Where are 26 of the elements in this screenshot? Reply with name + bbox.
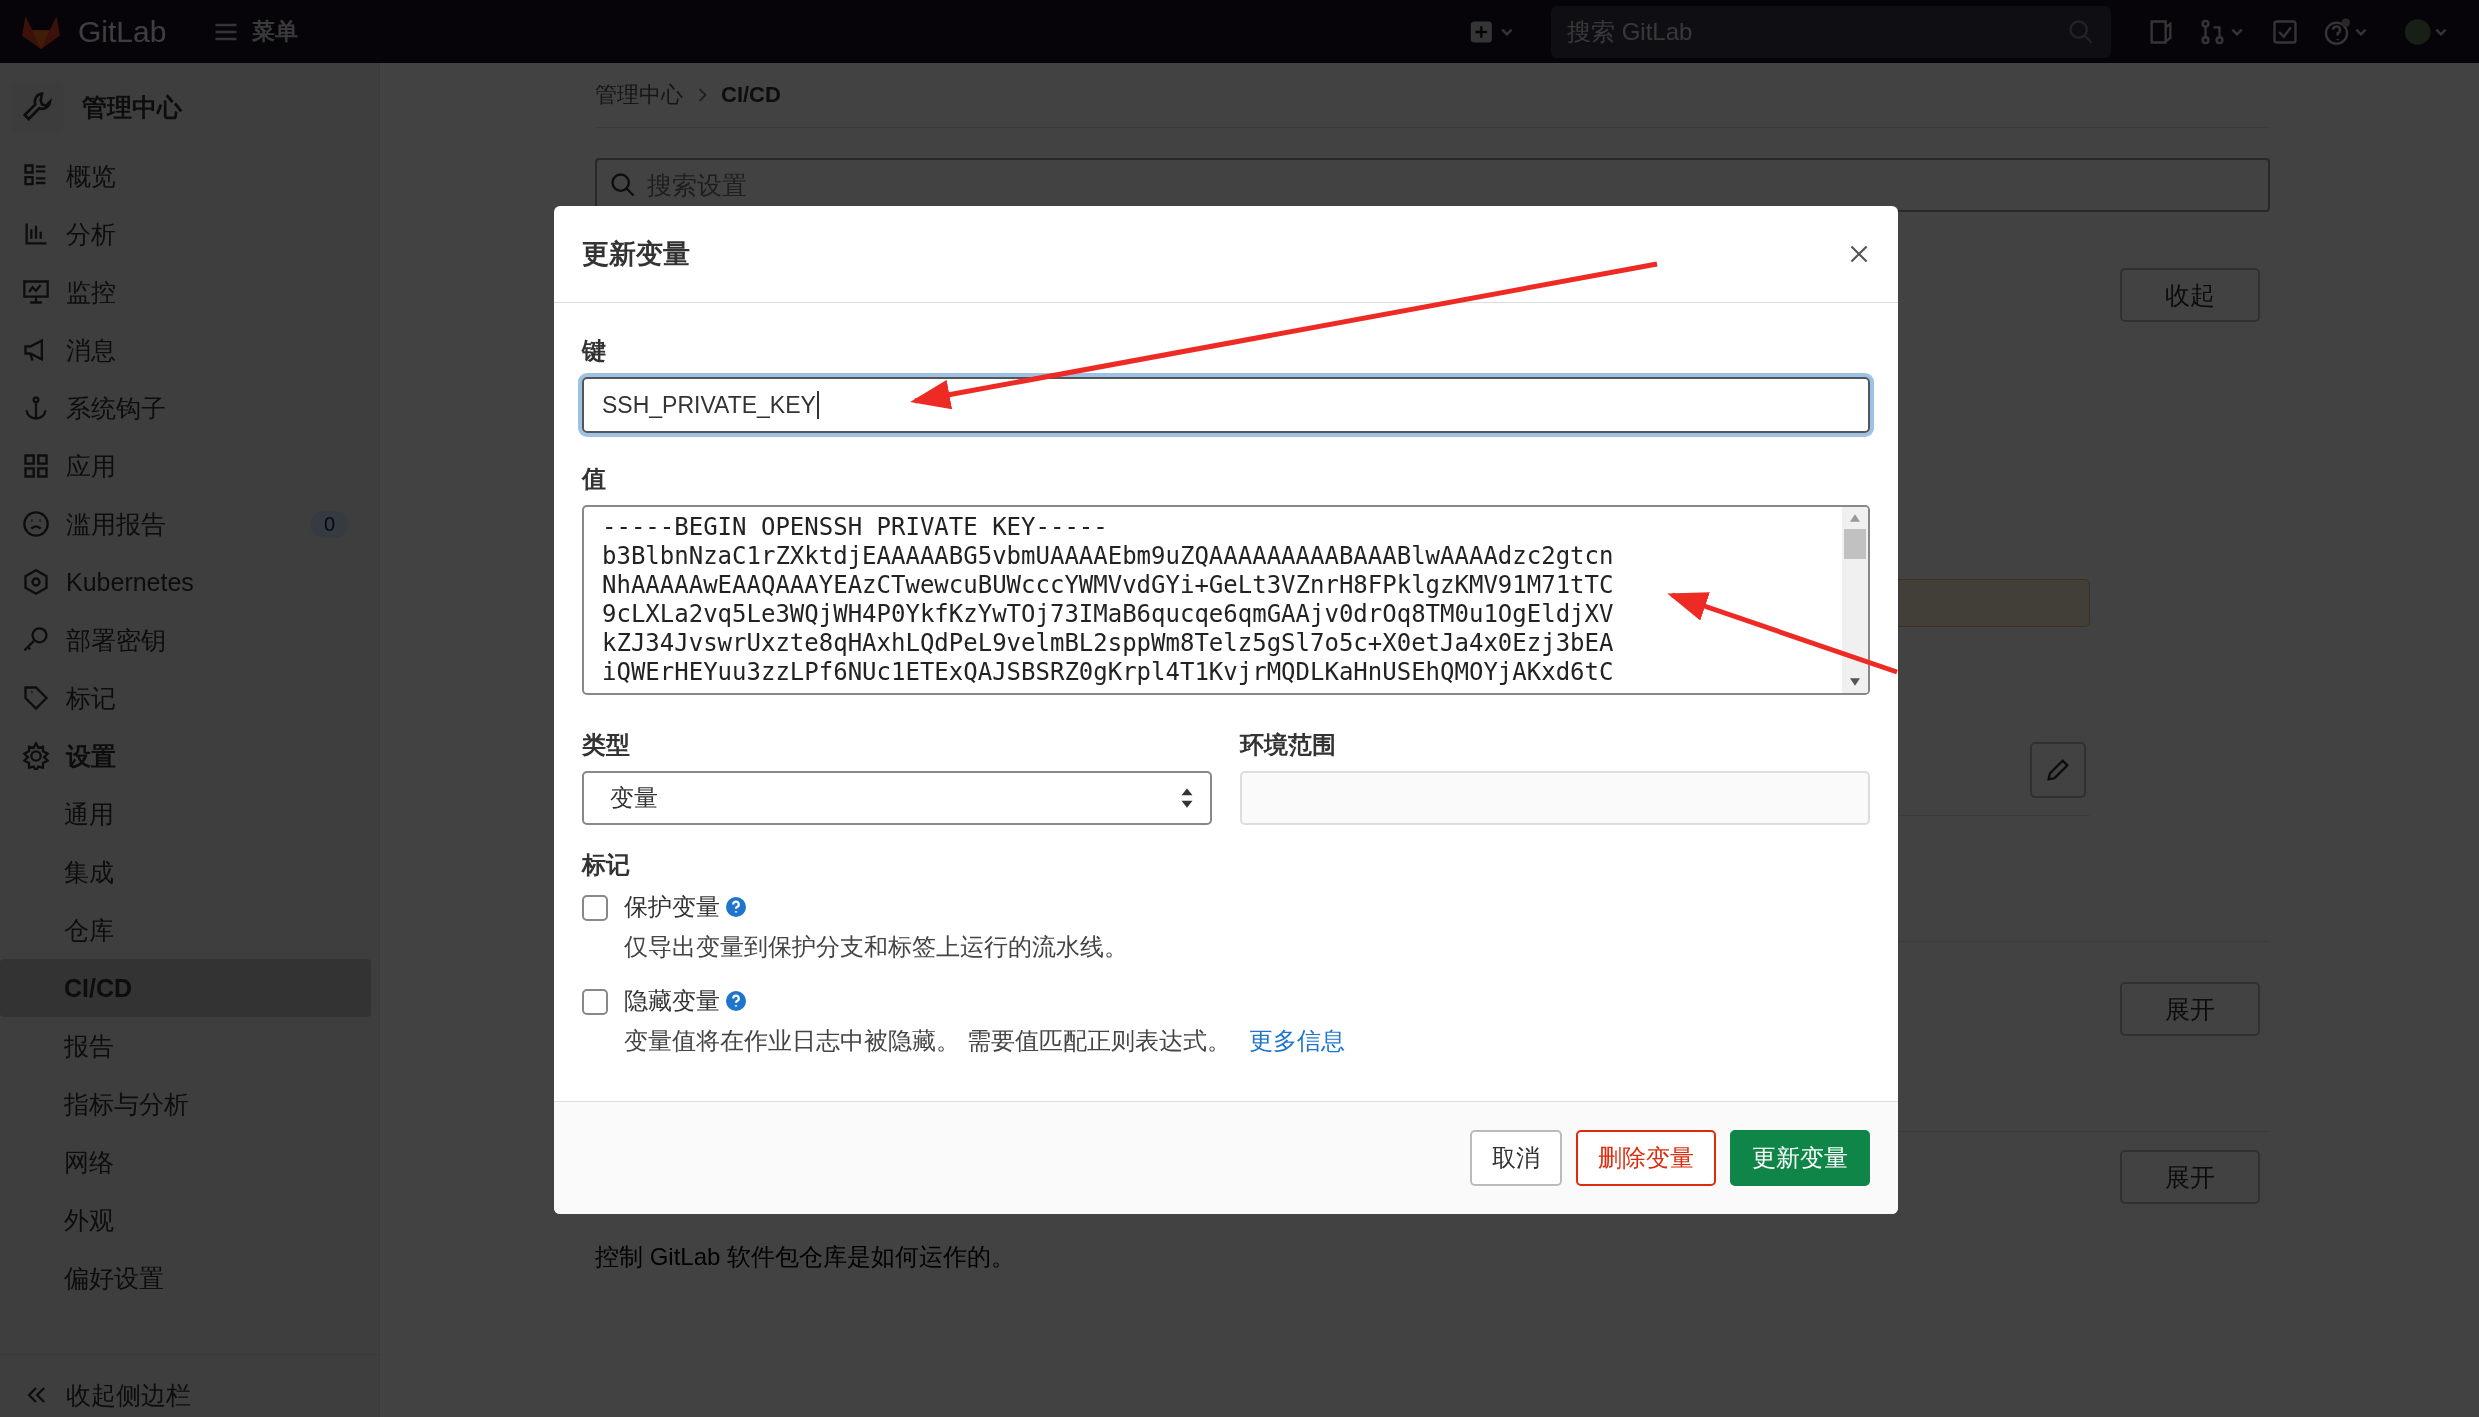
sort-arrows-icon (1180, 787, 1194, 809)
checkbox[interactable] (582, 895, 608, 921)
help-icon[interactable] (726, 991, 746, 1011)
help-text: 变量值将在作业日志中被隐藏。 需要值匹配正则表达式。 (624, 1026, 1231, 1056)
help-text: 仅导出变量到保护分支和标签上运行的流水线。 (624, 932, 1128, 962)
checkbox-label: 隐藏变量 (624, 986, 720, 1016)
dialog-button[interactable]: 更新变量 (1730, 1130, 1870, 1186)
field-label: 键 (582, 336, 607, 366)
checkbox[interactable] (582, 989, 608, 1015)
dialog-button[interactable]: 取消 (1470, 1130, 1562, 1186)
scroll-up-arrow-icon[interactable] (1848, 513, 1862, 523)
field-label: 标记 (582, 850, 631, 880)
field-label: 值 (582, 464, 607, 494)
scroll-down-arrow-icon[interactable] (1848, 677, 1862, 687)
more-info-link[interactable]: 更多信息 (1248, 1025, 1345, 1057)
help-icon[interactable] (726, 897, 746, 917)
field-label: 环境范围 (1240, 730, 1337, 760)
section-description: 控制 GitLab 软件包仓库是如何运作的。 (595, 1242, 1017, 1272)
type-select[interactable]: 变量 (582, 771, 1212, 825)
scrollbar-thumb[interactable] (1844, 529, 1866, 559)
checkbox-label: 保护变量 (624, 892, 720, 922)
dialog-button[interactable]: 删除变量 (1576, 1130, 1716, 1186)
scrollbar[interactable] (1842, 507, 1868, 693)
field-label: 类型 (582, 730, 631, 760)
dialog-title: 更新变量 (582, 238, 690, 271)
environment-scope-field[interactable] (1240, 771, 1870, 825)
